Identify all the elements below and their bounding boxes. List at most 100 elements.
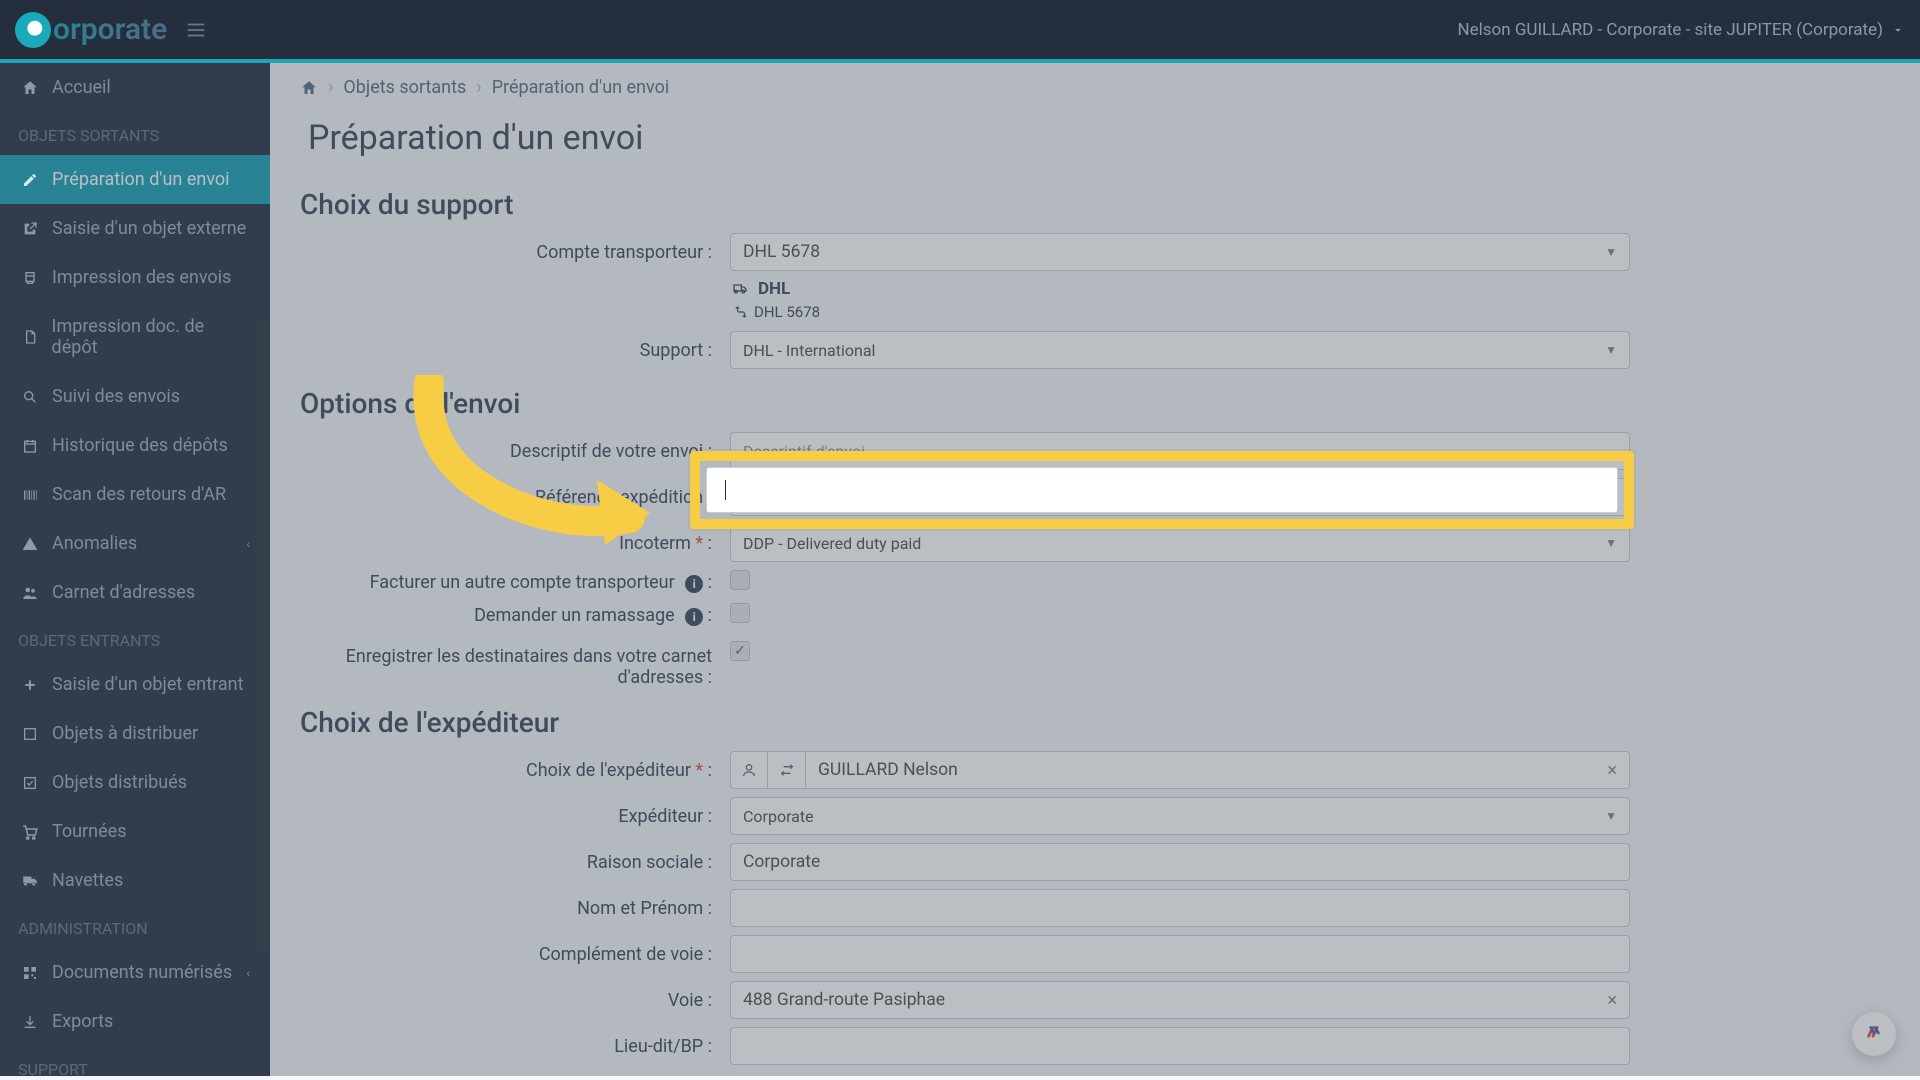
- clear-icon[interactable]: ×: [1607, 990, 1617, 1011]
- sidebar-item-anomalies[interactable]: Anomalies ‹: [0, 519, 270, 568]
- comp-input[interactable]: [730, 935, 1630, 973]
- sidebar-header-support: SUPPORT: [0, 1046, 270, 1076]
- chevron-down-icon: ▼: [1605, 245, 1617, 259]
- swap-button[interactable]: [768, 751, 806, 789]
- sidebar-item-tournees[interactable]: Tournées: [0, 807, 270, 856]
- sidebar-item-label: Tournées: [52, 821, 126, 842]
- sidebar-item-label: Documents numérisés: [52, 962, 232, 983]
- sidebar-toggle[interactable]: [185, 19, 207, 41]
- cart-icon: [20, 822, 40, 842]
- breadcrumb-home[interactable]: [300, 79, 318, 97]
- sidebar-item-label: Saisie d'un objet externe: [52, 218, 246, 239]
- choix-exped-label: Choix de l'expéditeur * :: [300, 760, 730, 781]
- ref-label: Référence expédition :: [300, 487, 730, 508]
- user-picker-button[interactable]: [730, 751, 768, 789]
- sidebar-item-label: Exports: [52, 1011, 113, 1032]
- home-icon: [20, 78, 40, 98]
- compte-select[interactable]: DHL 5678 ▼: [730, 233, 1630, 271]
- info-icon[interactable]: i: [685, 575, 703, 593]
- sidebar-item-exports[interactable]: Exports: [0, 997, 270, 1046]
- sidebar-item-label: Suivi des envois: [52, 386, 180, 407]
- sidebar-item-scan[interactable]: Scan des retours d'AR: [0, 470, 270, 519]
- sidebar-header-sortants: OBJETS SORTANTS: [0, 112, 270, 155]
- chevron-left-icon: ‹: [246, 537, 250, 551]
- sidebar-item-label: Navettes: [52, 870, 123, 891]
- logo-icon: [15, 12, 51, 48]
- section-support-title: Choix du support: [270, 174, 1920, 229]
- truck-icon: [20, 871, 40, 891]
- lieu-input[interactable]: [730, 1027, 1630, 1065]
- ramassage-label: Demander un ramassage i :: [300, 605, 730, 626]
- nom-label: Nom et Prénom :: [300, 898, 730, 919]
- choix-exped-input[interactable]: GUILLARD Nelson ×: [806, 751, 1630, 789]
- print-icon: [20, 268, 40, 288]
- sidebar-item-label: Impression des envois: [52, 267, 231, 288]
- sidebar-item-distribuer[interactable]: Objets à distribuer: [0, 709, 270, 758]
- comp-label: Complément de voie :: [300, 944, 730, 965]
- user-menu[interactable]: Nelson GUILLARD - Corporate - site JUPIT…: [1457, 20, 1905, 40]
- support-select[interactable]: DHL - International ▼: [730, 331, 1630, 369]
- sidebar-item-suivi[interactable]: Suivi des envois: [0, 372, 270, 421]
- truck-icon: [730, 281, 750, 297]
- enreg-checkbox[interactable]: ✓: [730, 641, 750, 661]
- sidebar-item-navettes[interactable]: Navettes: [0, 856, 270, 905]
- lieu-label: Lieu-dit/BP :: [300, 1036, 730, 1057]
- sidebar-item-historique[interactable]: Historique des dépôts: [0, 421, 270, 470]
- facturer-checkbox[interactable]: [730, 570, 750, 590]
- sidebar-item-label: Scan des retours d'AR: [52, 484, 226, 505]
- branch-icon: [734, 305, 748, 319]
- incoterm-label: Incoterm * :: [300, 533, 730, 554]
- ramassage-checkbox[interactable]: [730, 603, 750, 623]
- desc-label: Descriptif de votre envoi :: [300, 441, 730, 462]
- sidebar-item-label: Saisie d'un objet entrant: [52, 674, 243, 695]
- chevron-down-icon: ▼: [1605, 536, 1617, 550]
- users-icon: [20, 583, 40, 603]
- warn-icon: [20, 534, 40, 554]
- raison-input[interactable]: Corporate: [730, 843, 1630, 881]
- external-icon: [20, 219, 40, 239]
- help-button[interactable]: [1852, 1012, 1896, 1056]
- sidebar: Accueil OBJETS SORTANTS Préparation d'un…: [0, 63, 270, 1076]
- chevron-left-icon: ‹: [246, 966, 250, 980]
- exped-label: Expéditeur :: [300, 806, 730, 827]
- check-icon: [20, 773, 40, 793]
- nom-input[interactable]: [730, 889, 1630, 927]
- raison-label: Raison sociale :: [300, 852, 730, 873]
- sidebar-item-distribues[interactable]: Objets distribués: [0, 758, 270, 807]
- facturer-label: Facturer un autre compte transporteur i …: [300, 572, 730, 593]
- brand-name: orporate: [53, 12, 167, 47]
- sidebar-item-impression-envois[interactable]: Impression des envois: [0, 253, 270, 302]
- exped-select[interactable]: Corporate ▼: [730, 797, 1630, 835]
- sidebar-item-label: Anomalies: [52, 533, 137, 554]
- voie-label: Voie :: [300, 990, 730, 1011]
- incoterm-select[interactable]: DDP - Delivered duty paid ▼: [730, 524, 1630, 562]
- sidebar-item-label: Impression doc. de dépôt: [52, 316, 250, 358]
- voie-input[interactable]: 488 Grand-route Pasiphae×: [730, 981, 1630, 1019]
- user-display: Nelson GUILLARD - Corporate - site JUPIT…: [1457, 20, 1883, 40]
- sidebar-item-preparation[interactable]: Préparation d'un envoi: [0, 155, 270, 204]
- plus-icon: [20, 675, 40, 695]
- section-exped-title: Choix de l'expéditeur: [270, 692, 1920, 747]
- compte-label: Compte transporteur :: [300, 242, 730, 263]
- clear-icon[interactable]: ×: [1607, 760, 1617, 781]
- chevron-down-icon: ▼: [1605, 343, 1617, 357]
- sidebar-item-saisie-entrant[interactable]: Saisie d'un objet entrant: [0, 660, 270, 709]
- sidebar-item-impression-doc[interactable]: Impression doc. de dépôt: [0, 302, 270, 372]
- breadcrumb-l1[interactable]: Objets sortants: [343, 77, 466, 98]
- doc-icon: [20, 327, 40, 347]
- support-label: Support :: [300, 340, 730, 361]
- brand-logo[interactable]: orporate: [15, 12, 167, 48]
- sidebar-item-saisie-externe[interactable]: Saisie d'un objet externe: [0, 204, 270, 253]
- section-options-title: Options de l'envoi: [270, 373, 1920, 428]
- sidebar-item-accueil[interactable]: Accueil: [0, 63, 270, 112]
- download-icon: [20, 1012, 40, 1032]
- sidebar-item-documents[interactable]: Documents numérisés ‹: [0, 948, 270, 997]
- box-icon: [20, 724, 40, 744]
- sidebar-item-carnet[interactable]: Carnet d'adresses: [0, 568, 270, 617]
- pencil-icon: [20, 170, 40, 190]
- info-icon[interactable]: i: [685, 608, 703, 626]
- barcode-icon: [20, 485, 40, 505]
- help-icon: [1861, 1021, 1887, 1047]
- carrier-sub: DHL 5678: [730, 303, 1920, 321]
- page-title: Préparation d'un envoi: [270, 112, 1920, 174]
